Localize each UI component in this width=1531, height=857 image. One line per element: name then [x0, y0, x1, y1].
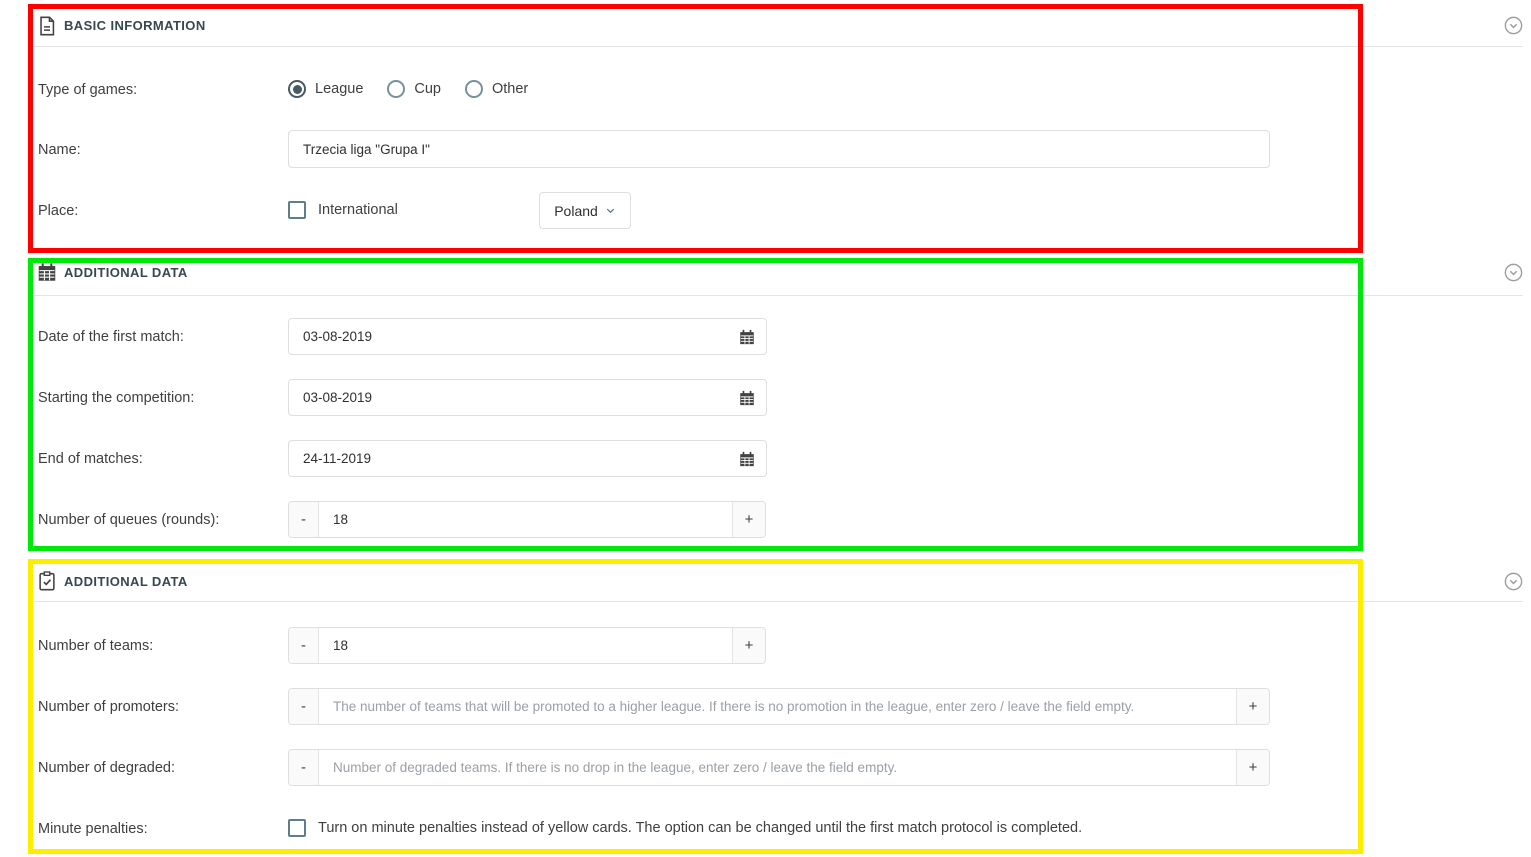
minute-penalties-checkbox[interactable] [288, 819, 306, 837]
minute-penalties-checkbox-label[interactable]: Turn on minute penalties instead of yell… [318, 820, 1082, 836]
section-title-basic-information: BASIC INFORMATION [64, 18, 206, 33]
queues-decrement-button[interactable]: - [289, 502, 319, 537]
number-of-teams-label: Number of teams: [38, 637, 153, 655]
end-of-matches-field [288, 440, 767, 477]
minute-penalties-label: Minute penalties: [38, 820, 148, 838]
promoters-decrement-button[interactable]: - [289, 689, 319, 724]
radio-option-other[interactable]: Other [465, 80, 528, 98]
calendar-icon [36, 261, 58, 283]
radio-other[interactable] [465, 80, 483, 98]
collapse-section-teams-button[interactable] [1503, 571, 1524, 592]
end-of-matches-label: End of matches: [38, 450, 143, 468]
international-checkbox-label[interactable]: International [318, 202, 398, 218]
number-of-teams-input[interactable] [319, 628, 732, 663]
number-of-promoters-stepper: - + [288, 688, 1270, 725]
end-of-matches-input[interactable] [288, 440, 767, 477]
calendar-picker-icon[interactable] [738, 450, 756, 468]
name-input[interactable] [288, 130, 1270, 168]
type-of-games-radio-group: League Cup Other [288, 80, 528, 98]
starting-competition-field [288, 379, 767, 416]
number-of-promoters-label: Number of promoters: [38, 698, 179, 716]
radio-cup[interactable] [387, 80, 405, 98]
annotation-box-basic-information [28, 4, 1363, 253]
chevron-down-circle-icon [1503, 15, 1524, 36]
international-checkbox[interactable] [288, 201, 306, 219]
teams-increment-button[interactable]: + [732, 628, 765, 663]
first-match-date-input[interactable] [288, 318, 767, 355]
country-select[interactable]: Poland [539, 192, 631, 229]
section-divider [34, 46, 1523, 47]
radio-cup-label[interactable]: Cup [414, 81, 441, 97]
competition-settings-page: BASIC INFORMATION Type of games: League … [0, 0, 1531, 857]
place-label: Place: [38, 202, 78, 220]
degraded-increment-button[interactable]: + [1236, 750, 1269, 785]
radio-league[interactable] [288, 80, 306, 98]
calendar-picker-icon[interactable] [738, 389, 756, 407]
starting-competition-input[interactable] [288, 379, 767, 416]
country-select-value: Poland [554, 203, 598, 219]
number-of-queues-stepper: - + [288, 501, 766, 538]
type-of-games-label: Type of games: [38, 81, 137, 99]
queues-increment-button[interactable]: + [732, 502, 765, 537]
starting-competition-label: Starting the competition: [38, 389, 194, 407]
name-label: Name: [38, 141, 81, 159]
chevron-down-circle-icon [1503, 262, 1524, 283]
radio-other-label[interactable]: Other [492, 81, 528, 97]
radio-league-label[interactable]: League [315, 81, 363, 97]
document-icon [36, 15, 58, 37]
number-of-degraded-stepper: - + [288, 749, 1270, 786]
section-title-additional-data-schedule: ADDITIONAL DATA [64, 265, 188, 280]
radio-option-cup[interactable]: Cup [387, 80, 441, 98]
first-match-date-label: Date of the first match: [38, 328, 184, 346]
collapse-section-schedule-button[interactable] [1503, 262, 1524, 283]
promoters-increment-button[interactable]: + [1236, 689, 1269, 724]
degraded-decrement-button[interactable]: - [289, 750, 319, 785]
first-match-date-field [288, 318, 767, 355]
radio-option-league[interactable]: League [288, 80, 363, 98]
number-of-degraded-label: Number of degraded: [38, 759, 175, 777]
clipboard-check-icon [36, 570, 58, 592]
number-of-degraded-input[interactable] [319, 750, 1236, 785]
chevron-down-circle-icon [1503, 571, 1524, 592]
chevron-down-icon [605, 205, 616, 216]
teams-decrement-button[interactable]: - [289, 628, 319, 663]
number-of-promoters-input[interactable] [319, 689, 1236, 724]
section-divider [34, 601, 1523, 602]
number-of-queues-input[interactable] [319, 502, 732, 537]
section-divider [34, 295, 1523, 296]
section-title-additional-data-teams: ADDITIONAL DATA [64, 574, 188, 589]
calendar-picker-icon[interactable] [738, 328, 756, 346]
collapse-section-basic-button[interactable] [1503, 15, 1524, 36]
number-of-queues-label: Number of queues (rounds): [38, 511, 219, 529]
number-of-teams-stepper: - + [288, 627, 766, 664]
